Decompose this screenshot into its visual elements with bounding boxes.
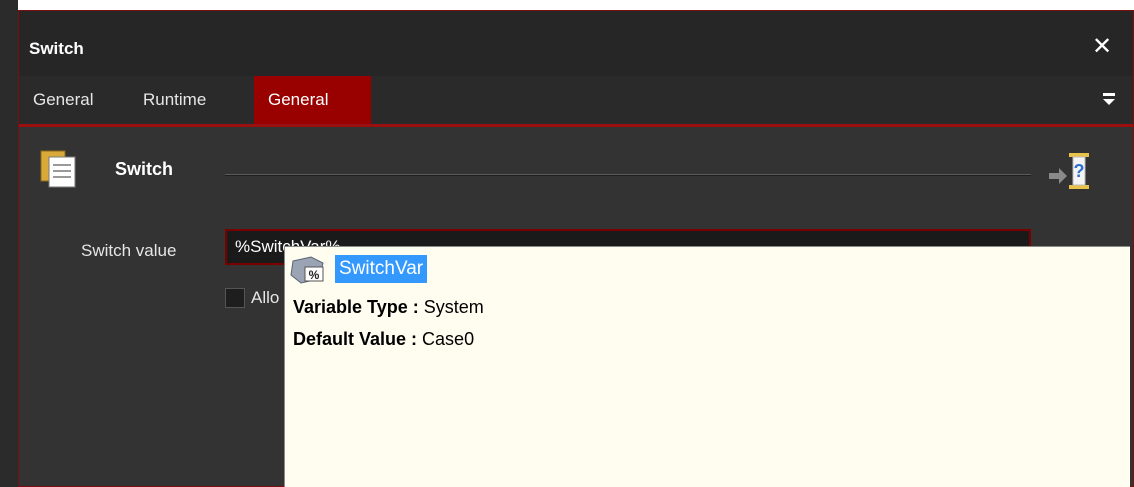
close-button[interactable]: ✕ <box>1089 33 1115 59</box>
default-value-value: Case0 <box>422 329 475 349</box>
variable-type-line: Variable Type : System <box>293 297 484 318</box>
app-left-strip <box>0 0 18 487</box>
switch-value-label: Switch value <box>81 241 177 260</box>
title-bar: Switch ✕ <box>19 11 1133 76</box>
tab-runtime[interactable]: Runtime <box>129 76 220 124</box>
default-value-label: Default Value : <box>293 329 418 349</box>
svg-text:?: ? <box>1074 161 1085 181</box>
header-divider <box>225 174 1031 176</box>
copy-icon <box>39 149 79 189</box>
autocomplete-popup: % SwitchVar Variable Type : System Defau… <box>284 246 1130 487</box>
allow-checkbox[interactable] <box>225 288 245 308</box>
allow-checkbox-label: Allo <box>251 288 280 307</box>
tab-strip: General Runtime General <box>19 76 1133 127</box>
tab-general[interactable]: General <box>19 76 107 124</box>
tab-menu-icon[interactable] <box>1101 90 1117 108</box>
default-value-line: Default Value : Case0 <box>293 329 474 350</box>
dialog-title: Switch <box>29 39 84 58</box>
variable-icon: % <box>289 255 331 285</box>
variable-type-label: Variable Type : <box>293 297 419 317</box>
svg-text:%: % <box>309 268 320 282</box>
autocomplete-selected-item[interactable]: SwitchVar <box>335 255 428 283</box>
help-icon[interactable]: ? <box>1047 149 1097 193</box>
page-title: Switch <box>115 159 174 179</box>
app-backdrop <box>0 0 1134 10</box>
tab-general-active[interactable]: General <box>254 76 371 124</box>
variable-type-value: System <box>423 297 484 317</box>
close-icon: ✕ <box>1091 32 1113 60</box>
